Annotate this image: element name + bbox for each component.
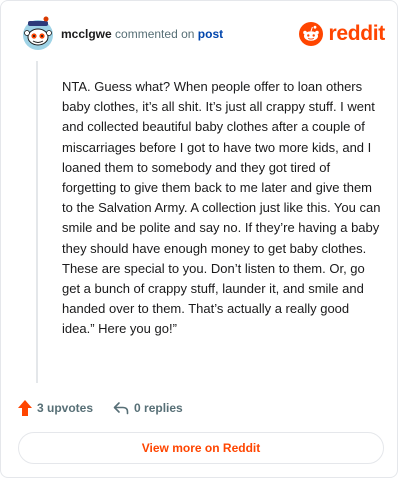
reddit-logo-icon — [299, 22, 324, 46]
thread-line — [36, 61, 38, 383]
comment-header: mcclgwe commented on post reddit — [17, 15, 385, 53]
comment-body: NTA. Guess what? When people offer to lo… — [62, 79, 381, 337]
comment-actions: 3 upvotes 0 replies — [18, 398, 183, 418]
username-link[interactable]: mcclgwe — [61, 27, 112, 41]
comment-meta: mcclgwe commented on post — [61, 27, 223, 41]
upvote-button[interactable]: 3 upvotes — [18, 400, 93, 416]
reddit-comment-embed-card: mcclgwe commented on post reddit NTA. Gu… — [0, 0, 398, 478]
upvote-count: 3 upvotes — [37, 401, 94, 415]
reply-count: 0 replies — [134, 401, 183, 415]
avatar[interactable] — [21, 15, 55, 53]
upvote-arrow-icon — [18, 400, 32, 416]
reply-icon — [113, 402, 129, 415]
reddit-wordmark: reddit — [328, 22, 385, 45]
view-more-button[interactable]: View more on Reddit — [18, 432, 384, 464]
commented-on-text: commented on — [115, 27, 195, 41]
post-link[interactable]: post — [198, 27, 223, 41]
reddit-brand[interactable]: reddit — [299, 21, 385, 47]
reply-button[interactable]: 0 replies — [113, 401, 183, 415]
